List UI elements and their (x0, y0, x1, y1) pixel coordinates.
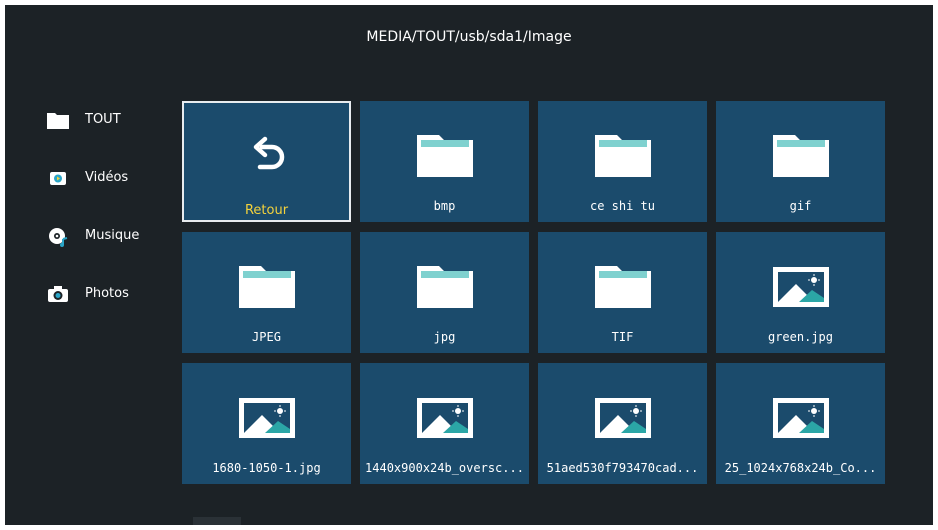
image-tile-51aed[interactable]: 51aed530f793470cad... (538, 363, 707, 484)
tile-label: jpg (433, 330, 456, 344)
image-tile-1440[interactable]: 1440x900x24b_oversc... (360, 363, 529, 484)
image-icon (716, 258, 885, 316)
sidebar-item-tout[interactable]: TOUT (45, 109, 165, 167)
image-tile-green[interactable]: green.jpg (716, 232, 885, 353)
camera-icon (45, 283, 71, 305)
file-grid: Retour bmp ce shi tu gif JPEG jpg TIF gr… (182, 101, 886, 485)
video-icon (45, 167, 71, 189)
image-icon (182, 389, 351, 447)
sidebar-item-label: Photos (85, 286, 129, 301)
tile-label: ce shi tu (589, 199, 656, 213)
tile-label: gif (789, 199, 812, 213)
sidebar-item-photos[interactable]: Photos (45, 283, 165, 341)
folder-tile-tif[interactable]: TIF (538, 232, 707, 353)
folder-icon (45, 109, 71, 131)
media-browser-screen: MEDIA/TOUT/usb/sda1/Image TOUT Vidéos Mu… (5, 5, 933, 525)
folder-tile-bmp[interactable]: bmp (360, 101, 529, 222)
tile-label: 1440x900x24b_oversc... (365, 461, 524, 475)
tile-label: 51aed530f793470cad... (546, 461, 699, 475)
folder-tile-gif[interactable]: gif (716, 101, 885, 222)
music-icon (45, 225, 71, 247)
folder-icon (538, 258, 707, 316)
tile-label: TIF (611, 330, 634, 344)
image-tile-25-1024[interactable]: 25_1024x768x24b_Co... (716, 363, 885, 484)
sidebar-item-musique[interactable]: Musique (45, 225, 165, 283)
sidebar-item-label: Vidéos (85, 170, 129, 185)
folder-icon (716, 127, 885, 185)
tile-label: 25_1024x768x24b_Co... (724, 461, 877, 475)
sidebar-item-videos[interactable]: Vidéos (45, 167, 165, 225)
tile-label: 1680-1050-1.jpg (212, 461, 321, 475)
folder-tile-jpeg[interactable]: JPEG (182, 232, 351, 353)
bottom-bar-hint (193, 517, 241, 525)
image-tile-1680[interactable]: 1680-1050-1.jpg (182, 363, 351, 484)
back-arrow-icon (184, 129, 349, 187)
tile-label: bmp (433, 199, 456, 213)
folder-icon (360, 258, 529, 316)
tile-label: Retour (244, 203, 289, 218)
image-icon (360, 389, 529, 447)
sidebar: TOUT Vidéos Musique Photos (45, 109, 165, 341)
breadcrumb-path: MEDIA/TOUT/usb/sda1/Image (366, 29, 572, 45)
image-icon (716, 389, 885, 447)
folder-tile-jpg[interactable]: jpg (360, 232, 529, 353)
sidebar-item-label: Musique (85, 228, 140, 243)
back-tile[interactable]: Retour (182, 101, 351, 222)
folder-tile-ce-shi-tu[interactable]: ce shi tu (538, 101, 707, 222)
image-icon (538, 389, 707, 447)
folder-icon (360, 127, 529, 185)
folder-icon (538, 127, 707, 185)
folder-icon (182, 258, 351, 316)
tile-label: green.jpg (767, 330, 834, 344)
sidebar-item-label: TOUT (85, 112, 121, 127)
tile-label: JPEG (252, 330, 281, 344)
